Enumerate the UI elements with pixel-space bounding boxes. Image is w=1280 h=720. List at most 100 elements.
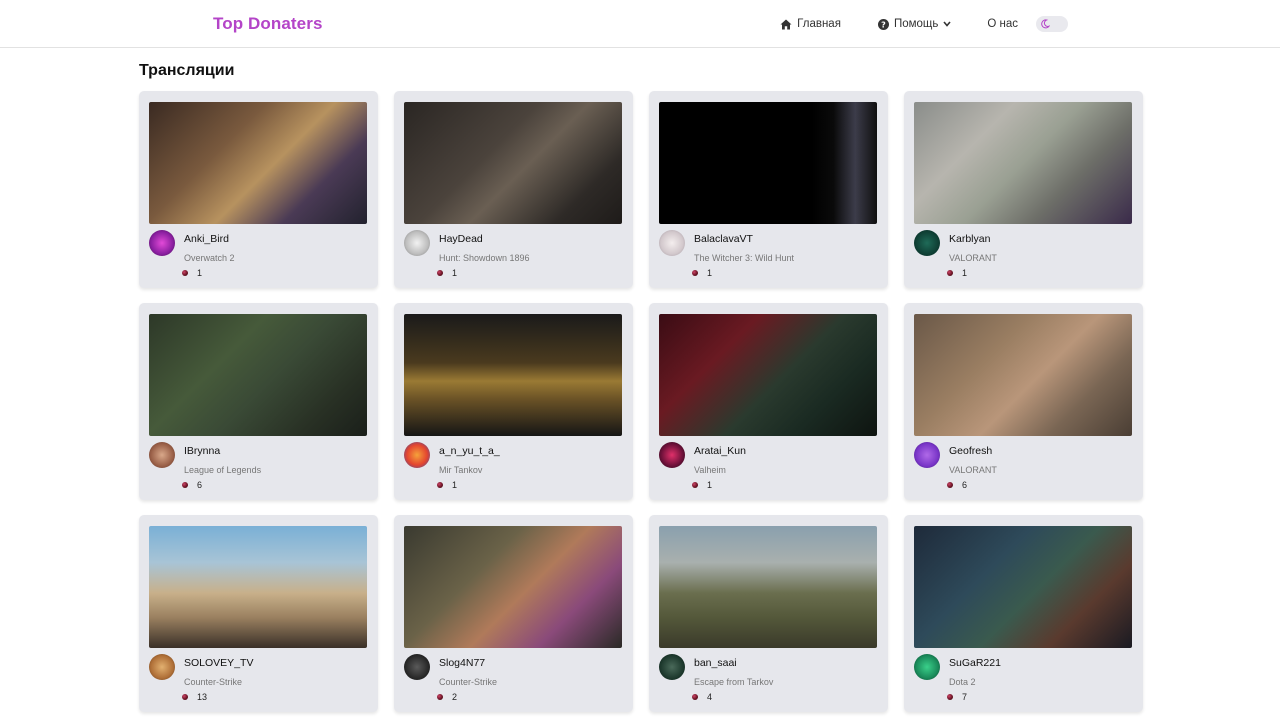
stream-info: ban_saai Escape from Tarkov 4 [659,654,878,702]
stream-game: Valheim [694,465,726,475]
stream-thumbnail[interactable] [404,102,622,224]
donor-count-value: 13 [197,692,208,702]
stream-meta: IBrynna League of Legends 6 [182,442,262,490]
stream-thumbnail[interactable] [914,102,1132,224]
stream-meta: Anki_Bird Overwatch 2 1 [182,230,235,278]
stream-meta: Aratai_Kun Valheim 1 [692,442,746,490]
streamer-name[interactable]: SuGaR221 [949,657,1001,669]
stream-thumbnail[interactable] [404,314,622,436]
nav-help-label: Помощь [893,18,939,30]
streamer-avatar[interactable] [149,442,175,468]
streamer-name[interactable]: Geofresh [949,445,997,457]
stream-card[interactable]: Slog4N77 Counter-Strike 2 [394,515,633,712]
stream-info: HayDead Hunt: Showdown 1896 1 [404,230,623,278]
streamer-name[interactable]: IBrynna [184,445,261,457]
donor-count: 6 [182,480,261,490]
streamer-avatar[interactable] [404,230,430,256]
streamer-avatar[interactable] [149,654,175,680]
donor-icon [692,270,698,276]
donor-count-value: 6 [197,480,203,490]
stream-card[interactable]: Aratai_Kun Valheim 1 [649,303,888,500]
stream-info: Anki_Bird Overwatch 2 1 [149,230,368,278]
nav-home[interactable]: Главная [780,18,841,30]
donor-count: 1 [437,480,500,490]
donor-count-value: 1 [452,268,458,278]
streamer-avatar[interactable] [914,442,940,468]
navbar: Top Donaters Главная ? Помощь О нас [0,0,1280,48]
nav-help-dropdown[interactable]: ? Помощь [877,18,951,30]
streamer-name[interactable]: ban_saai [694,657,773,669]
donor-count: 1 [947,268,997,278]
donor-count-value: 7 [962,692,968,702]
stream-thumbnail[interactable] [914,526,1132,648]
stream-card[interactable]: BalaclavaVT The Witcher 3: Wild Hunt 1 [649,91,888,288]
streamer-name[interactable]: Aratai_Kun [694,445,746,457]
main-nav: Главная ? Помощь О нас [780,0,1068,48]
streamer-name[interactable]: a_n_yu_t_a_ [439,445,500,457]
streamer-avatar[interactable] [659,230,685,256]
theme-toggle[interactable] [1036,16,1068,32]
home-icon [780,19,792,30]
stream-game: Overwatch 2 [184,253,235,263]
stream-game: Dota 2 [949,677,976,687]
donor-count-value: 2 [452,692,458,702]
stream-card[interactable]: HayDead Hunt: Showdown 1896 1 [394,91,633,288]
streamer-avatar[interactable] [404,442,430,468]
stream-game: Escape from Tarkov [694,677,774,687]
streamer-name[interactable]: BalaclavaVT [694,233,794,245]
streamer-avatar[interactable] [404,654,430,680]
question-circle-icon: ? [877,18,889,30]
stream-info: BalaclavaVT The Witcher 3: Wild Hunt 1 [659,230,878,278]
stream-thumbnail[interactable] [659,102,877,224]
donor-count: 13 [182,692,253,702]
stream-game: VALORANT [949,253,997,263]
streamer-name[interactable]: Anki_Bird [184,233,235,245]
donor-icon [947,694,953,700]
donor-count-value: 4 [707,692,713,702]
stream-thumbnail[interactable] [149,314,367,436]
streamer-avatar[interactable] [149,230,175,256]
donor-icon [947,482,953,488]
streamer-name[interactable]: SOLOVEY_TV [184,657,253,669]
stream-game: League of Legends [184,465,262,475]
stream-card[interactable]: IBrynna League of Legends 6 [139,303,378,500]
stream-game: The Witcher 3: Wild Hunt [694,253,795,263]
stream-grid: Anki_Bird Overwatch 2 1 HayDead Hunt: Sh… [139,91,1143,712]
stream-card[interactable]: SuGaR221 Dota 2 7 [904,515,1143,712]
stream-thumbnail[interactable] [659,314,877,436]
stream-info: Aratai_Kun Valheim 1 [659,442,878,490]
donor-count: 4 [692,692,773,702]
stream-info: SOLOVEY_TV Counter-Strike 13 [149,654,368,702]
stream-thumbnail[interactable] [149,102,367,224]
streamer-name[interactable]: HayDead [439,233,530,245]
nav-about[interactable]: О нас [987,18,1018,30]
donor-count: 1 [692,480,746,490]
stream-thumbnail[interactable] [914,314,1132,436]
donor-icon [692,694,698,700]
donor-count: 1 [182,268,235,278]
donor-icon [947,270,953,276]
donor-count-value: 1 [452,480,458,490]
streamer-avatar[interactable] [659,442,685,468]
stream-thumbnail[interactable] [404,526,622,648]
donor-count-value: 1 [962,268,968,278]
streamer-avatar[interactable] [914,654,940,680]
stream-info: Slog4N77 Counter-Strike 2 [404,654,623,702]
stream-card[interactable]: ban_saai Escape from Tarkov 4 [649,515,888,712]
brand-logo[interactable]: Top Donaters [213,14,323,34]
donor-icon [692,482,698,488]
stream-game: Hunt: Showdown 1896 [439,253,530,263]
stream-thumbnail[interactable] [149,526,367,648]
page-title: Трансляции [139,62,235,79]
stream-thumbnail[interactable] [659,526,877,648]
stream-card[interactable]: Anki_Bird Overwatch 2 1 [139,91,378,288]
streamer-name[interactable]: Slog4N77 [439,657,497,669]
donor-count-value: 1 [197,268,203,278]
stream-card[interactable]: Geofresh VALORANT 6 [904,303,1143,500]
streamer-avatar[interactable] [659,654,685,680]
streamer-avatar[interactable] [914,230,940,256]
streamer-name[interactable]: Karblyan [949,233,997,245]
stream-card[interactable]: a_n_yu_t_a_ Mir Tankov 1 [394,303,633,500]
stream-card[interactable]: Karblyan VALORANT 1 [904,91,1143,288]
stream-card[interactable]: SOLOVEY_TV Counter-Strike 13 [139,515,378,712]
